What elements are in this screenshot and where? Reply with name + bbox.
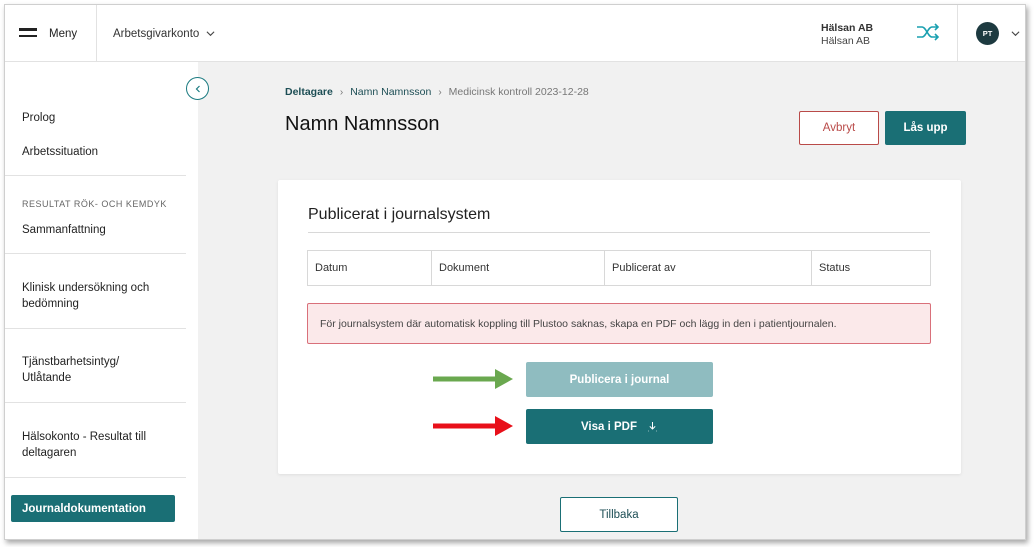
view-pdf-label: Visa i PDF: [580, 420, 638, 433]
column-header-datum: Datum: [308, 251, 432, 285]
sidebar-divider: [5, 402, 186, 403]
sidebar-divider: [5, 328, 186, 329]
sidebar: Prolog Arbetssituation RESULTAT RÖK- OCH…: [5, 62, 198, 539]
sidebar-item-arbetssituation[interactable]: Arbetssituation: [22, 144, 98, 160]
account-select[interactable]: Arbetsgivarkonto: [113, 5, 215, 62]
hamburger-icon: [19, 27, 37, 40]
breadcrumb-current: Medicinsk kontroll 2023-12-28: [448, 86, 589, 98]
chevron-down-icon: [206, 31, 215, 37]
chevron-right-icon: ›: [438, 86, 442, 98]
publish-journal-button[interactable]: Publicera i journal: [526, 362, 713, 397]
sidebar-item-prolog[interactable]: Prolog: [22, 110, 55, 126]
chevron-left-icon: [195, 85, 200, 92]
top-header: Meny Arbetsgivarkonto Hälsan AB Hälsan A…: [5, 5, 1025, 62]
unlock-button[interactable]: Lås upp: [885, 111, 966, 145]
green-arrow-icon: [433, 369, 513, 389]
card-title: Publicerat i journalsystem: [308, 206, 491, 223]
sidebar-item-klinisk-undersokning[interactable]: Klinisk undersökning och bedömning: [22, 280, 172, 312]
sidebar-item-halsokonto[interactable]: Hälsokonto - Resultat till deltagaren: [22, 429, 162, 461]
breadcrumb: Deltagare › Namn Namnsson › Medicinsk ko…: [285, 86, 589, 98]
chevron-down-icon: [1011, 31, 1020, 37]
cancel-button[interactable]: Avbryt: [799, 111, 879, 145]
sidebar-item-tjanstbarhetsintyg[interactable]: Tjänstbarhetsintyg/ Utlåtande: [22, 354, 152, 386]
sidebar-divider: [5, 175, 186, 176]
menu-button[interactable]: Meny: [5, 5, 97, 62]
info-alert: För journalsystem där automatisk kopplin…: [307, 303, 931, 344]
view-pdf-button[interactable]: Visa i PDF: [526, 409, 713, 444]
org-name: Hälsan AB: [821, 22, 874, 34]
journal-card: Publicerat i journalsystem Datum Dokumen…: [278, 180, 961, 474]
collapse-sidebar-button[interactable]: [186, 77, 209, 100]
breadcrumb-deltagare[interactable]: Deltagare: [285, 86, 333, 98]
red-arrow-icon: [433, 416, 513, 436]
account-select-label: Arbetsgivarkonto: [113, 27, 200, 40]
avatar: PT: [976, 22, 999, 45]
app-window: Meny Arbetsgivarkonto Hälsan AB Hälsan A…: [4, 4, 1026, 540]
breadcrumb-participant[interactable]: Namn Namnsson: [350, 86, 431, 98]
column-header-status: Status: [819, 262, 851, 274]
org-subtitle: Hälsan AB: [821, 35, 871, 47]
download-icon: [648, 422, 658, 432]
journal-table-header: Datum Dokument Publicerat av Status: [307, 250, 931, 286]
sidebar-divider: [5, 253, 186, 254]
page-title: Namn Namnsson: [285, 113, 440, 135]
menu-label: Meny: [49, 27, 78, 40]
sidebar-divider: [5, 477, 186, 478]
sidebar-item-journaldokumentation[interactable]: Journaldokumentation: [11, 495, 175, 522]
organization-info: Hälsan AB Hälsan AB: [821, 22, 873, 48]
sidebar-section-heading: RESULTAT RÖK- OCH KEMDYK: [22, 199, 167, 209]
card-divider: [308, 232, 930, 233]
column-header-dokument: Dokument: [432, 251, 605, 285]
column-header-publicerat-av: Publicerat av: [605, 251, 812, 285]
sidebar-item-sammanfattning[interactable]: Sammanfattning: [22, 222, 106, 238]
chevron-right-icon: ›: [339, 86, 344, 98]
switch-account-icon[interactable]: [916, 22, 940, 42]
back-button[interactable]: Tillbaka: [560, 497, 678, 532]
user-menu[interactable]: PT: [957, 5, 1025, 62]
